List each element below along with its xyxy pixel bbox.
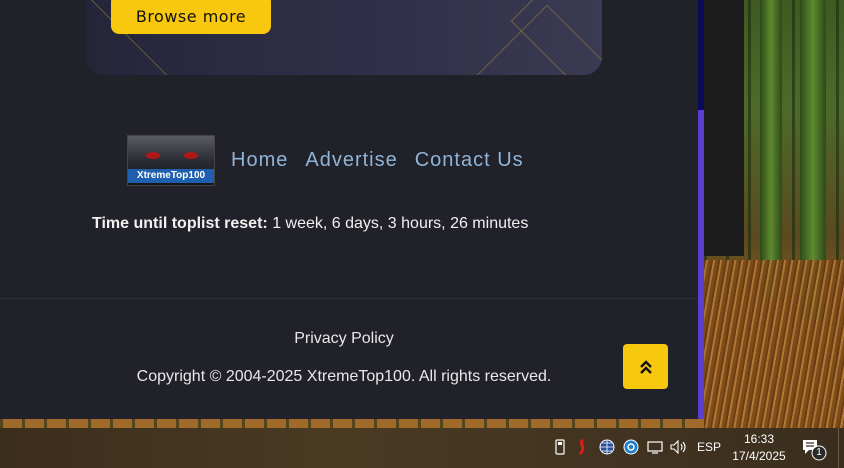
browse-more-button[interactable]: Browse more — [111, 0, 271, 34]
clock-time: 16:33 — [743, 432, 775, 446]
logo-eye — [146, 151, 160, 159]
reset-label: Time until toplist reset: — [92, 215, 268, 232]
nav-link-advertise[interactable]: Advertise — [305, 149, 397, 172]
double-chevron-up-icon — [639, 359, 652, 374]
logo-text: XtremeTop100 — [128, 168, 214, 183]
notification-center-button[interactable]: 1 — [800, 436, 830, 462]
bamboo-stalk — [760, 0, 782, 300]
nav-link-contact-us[interactable]: Contact Us — [415, 149, 524, 172]
sync-icon[interactable] — [622, 438, 640, 456]
site-logo[interactable]: XtremeTop100 — [127, 134, 215, 186]
clock-date: 17/4/2025 — [732, 449, 786, 463]
browser-page: Browse more XtremeTop100 Home Advertise … — [0, 0, 698, 419]
reset-countdown: Time until toplist reset: 1 week, 6 days… — [92, 215, 528, 233]
show-desktop-button[interactable] — [838, 428, 844, 468]
nav-link-home[interactable]: Home — [231, 149, 288, 172]
language-indicator[interactable]: ESP — [697, 440, 721, 454]
antivirus-icon[interactable] — [574, 438, 592, 456]
logo-face — [140, 148, 204, 164]
taskbar: ESP 16:33 17/4/2025 1 — [0, 428, 844, 468]
privacy-policy-link[interactable]: Privacy Policy — [0, 330, 688, 348]
usb-icon[interactable] — [551, 438, 569, 456]
copyright-text: Copyright © 2004-2025 XtremeTop100. All … — [136, 368, 552, 385]
network-globe-icon[interactable] — [598, 438, 616, 456]
footer-divider — [0, 298, 698, 299]
logo-eye — [184, 151, 198, 159]
volume-icon[interactable] — [670, 438, 688, 456]
reset-value: 1 week, 6 days, 3 hours, 26 minutes — [272, 215, 529, 232]
dry-grass — [704, 260, 844, 428]
footer-nav: XtremeTop100 Home Advertise Contact Us — [127, 134, 524, 186]
scroll-to-top-button[interactable] — [623, 344, 668, 389]
system-clock[interactable]: 16:33 17/4/2025 — [726, 431, 792, 465]
display-icon[interactable] — [646, 438, 664, 456]
notification-count: 1 — [816, 447, 822, 458]
side-panel — [704, 0, 744, 256]
